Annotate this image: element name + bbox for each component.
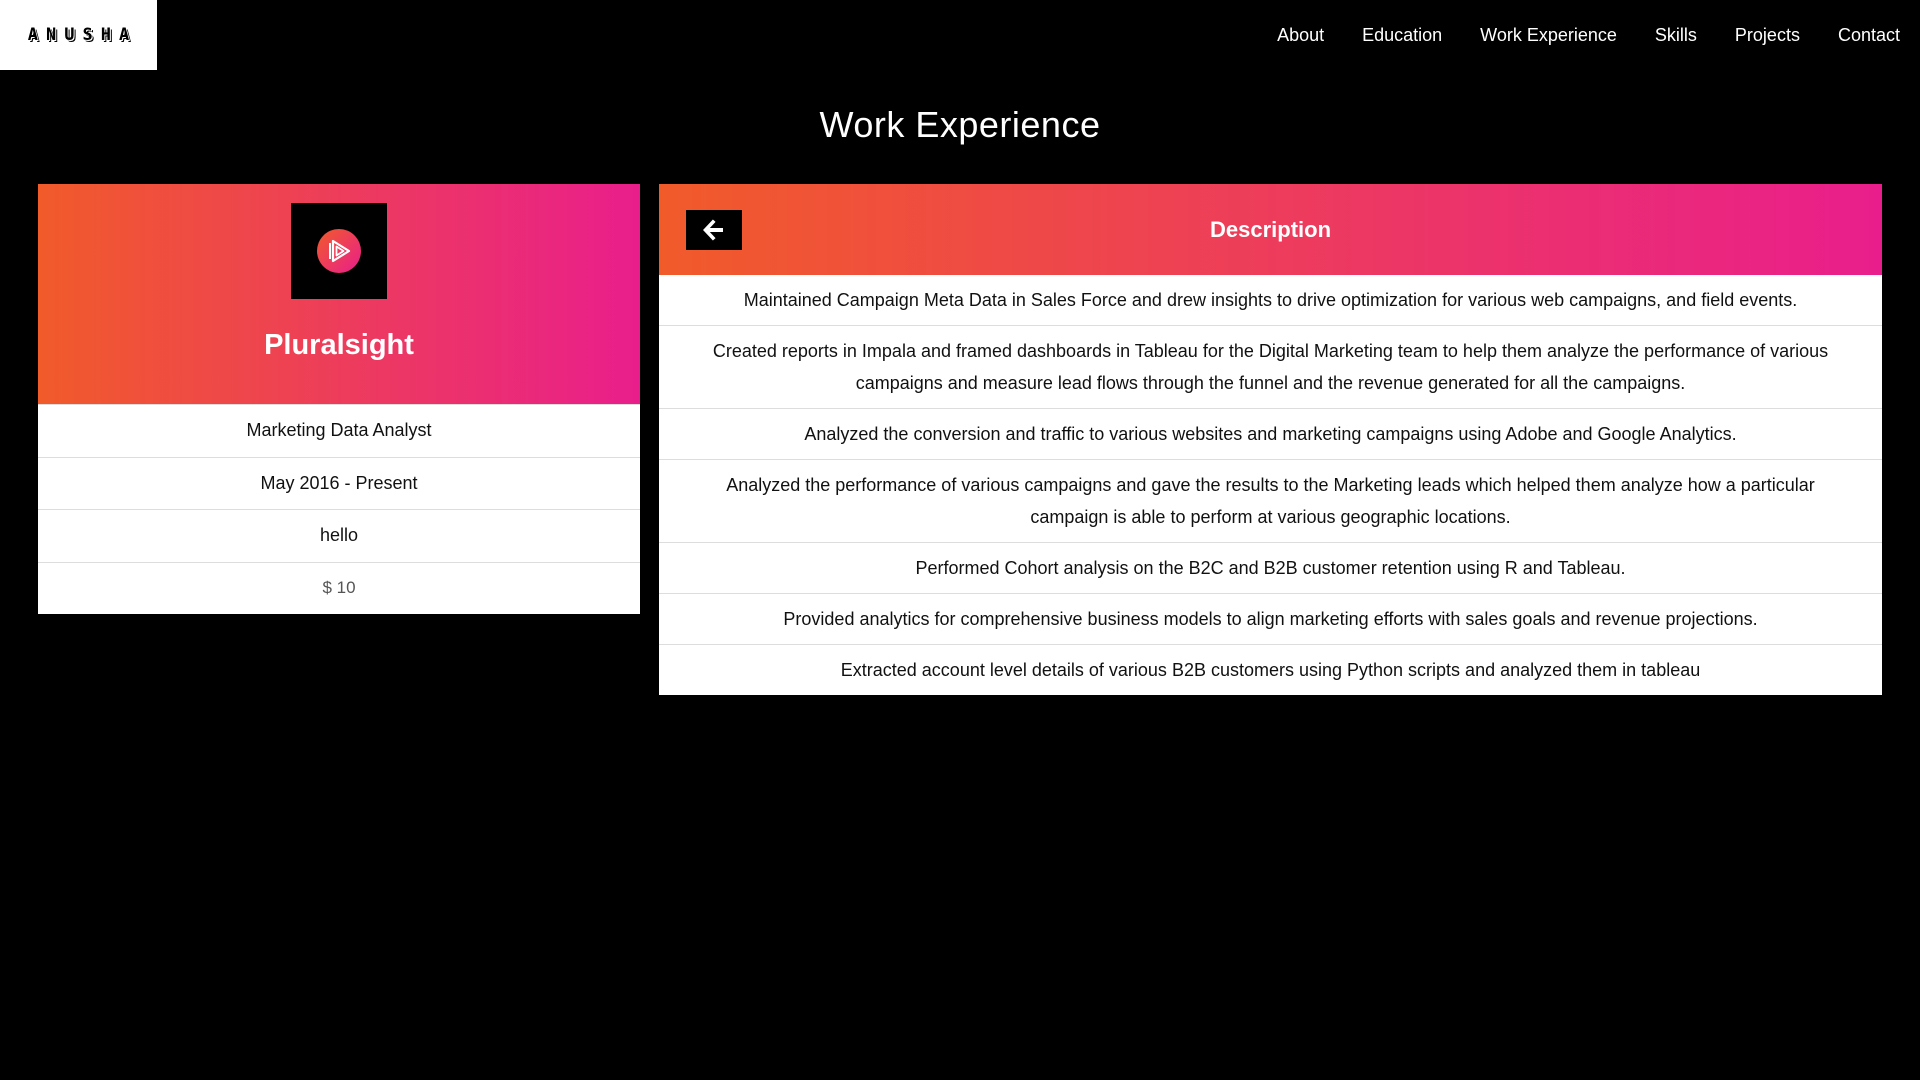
- nav-item-contact[interactable]: Contact: [1838, 25, 1900, 46]
- company-name: Pluralsight: [264, 329, 414, 361]
- job-dates: May 2016 - Present: [38, 456, 640, 510]
- job-note: hello: [38, 509, 640, 562]
- list-item: Created reports in Impala and framed das…: [659, 325, 1882, 408]
- company-logo: [291, 203, 387, 299]
- description-card: Description Maintained Campaign Meta Dat…: [659, 184, 1882, 695]
- list-item: Analyzed the performance of various camp…: [659, 459, 1882, 542]
- nav-item-education[interactable]: Education: [1362, 25, 1442, 46]
- description-header: Description: [659, 184, 1882, 275]
- company-card-header: Pluralsight: [38, 184, 640, 404]
- description-title: Description: [1209, 216, 1332, 242]
- nav-item-work-experience[interactable]: Work Experience: [1480, 25, 1617, 46]
- nav-item-projects[interactable]: Projects: [1735, 25, 1800, 46]
- page-title: Work Experience: [819, 104, 1101, 145]
- list-item: Analyzed the conversion and traffic to v…: [659, 408, 1882, 459]
- list-item: Maintained Campaign Meta Data in Sales F…: [743, 290, 1798, 310]
- description-list: Maintained Campaign Meta Data in Sales F…: [659, 275, 1882, 695]
- logo-text: ANUSHA: [27, 25, 138, 45]
- back-button[interactable]: [686, 210, 742, 250]
- list-item: Performed Cohort analysis on the B2C and…: [659, 542, 1882, 593]
- job-role: Marketing Data Analyst: [38, 404, 640, 457]
- company-card: Pluralsight Marketing Data Analyst May 2…: [38, 184, 640, 614]
- main-nav: About Education Work Experience Skills P…: [1239, 0, 1920, 70]
- site-logo[interactable]: ANUSHA: [0, 0, 157, 70]
- nav-item-about[interactable]: About: [1277, 25, 1324, 46]
- pluralsight-play-icon: [317, 229, 361, 273]
- job-price: $ 10: [38, 561, 640, 615]
- nav-item-skills[interactable]: Skills: [1655, 25, 1697, 46]
- arrow-left-icon: [703, 219, 723, 241]
- list-item: Provided analytics for comprehensive bus…: [659, 593, 1882, 644]
- list-item: Extracted account level details of vario…: [659, 644, 1882, 695]
